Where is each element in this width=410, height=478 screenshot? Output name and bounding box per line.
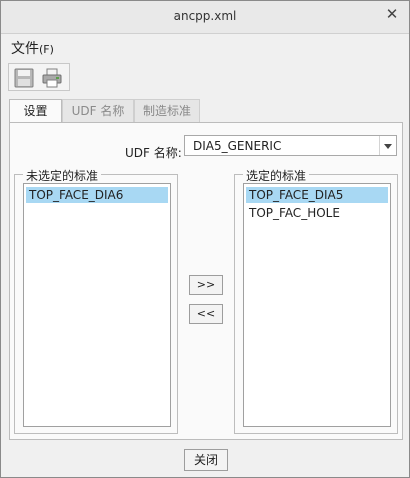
chevron-down-icon[interactable] <box>379 136 396 155</box>
udf-name-value: DIA5_GENERIC <box>193 139 282 153</box>
remove-standard-button[interactable]: << <box>189 304 223 324</box>
tab-manufacturing-standard[interactable]: 制造标准 <box>134 99 200 123</box>
menu-file-label: 文件 <box>11 41 39 57</box>
udf-name-dropdown[interactable]: DIA5_GENERIC <box>184 135 397 156</box>
title-bar: ancpp.xml ✕ <box>1 1 409 34</box>
udf-name-label: UDF 名称: <box>125 146 182 160</box>
list-item[interactable]: TOP_FAC_HOLE <box>246 205 388 221</box>
toolbar <box>8 63 70 91</box>
selected-standards-list[interactable]: TOP_FACE_DIA5 TOP_FAC_HOLE <box>243 183 391 427</box>
selected-standards-legend: 选定的标准 <box>243 167 310 184</box>
add-standard-button[interactable]: >> <box>189 275 223 295</box>
save-icon[interactable] <box>13 67 35 89</box>
selected-standards-group: 选定的标准 TOP_FACE_DIA5 TOP_FAC_HOLE <box>234 167 398 434</box>
menu-file-accel: (F) <box>39 43 54 56</box>
print-icon[interactable] <box>41 67 63 89</box>
menu-file[interactable]: 文件(F) <box>11 38 54 58</box>
list-item[interactable]: TOP_FACE_DIA6 <box>26 187 168 203</box>
unselected-standards-legend: 未选定的标准 <box>23 167 102 184</box>
dialog-window: ancpp.xml ✕ 文件(F) 设置 UDF 名称 制造标准 UDF 名称:… <box>0 0 410 478</box>
tab-udf-name[interactable]: UDF 名称 <box>62 99 134 123</box>
window-title: ancpp.xml <box>173 9 237 23</box>
list-item[interactable]: TOP_FACE_DIA5 <box>246 187 388 203</box>
close-icon[interactable]: ✕ <box>385 7 399 22</box>
menu-bar: 文件(F) <box>1 34 409 58</box>
close-button[interactable]: 关闭 <box>184 449 228 471</box>
unselected-standards-group: 未选定的标准 TOP_FACE_DIA6 <box>14 167 178 434</box>
unselected-standards-list[interactable]: TOP_FACE_DIA6 <box>23 183 171 427</box>
